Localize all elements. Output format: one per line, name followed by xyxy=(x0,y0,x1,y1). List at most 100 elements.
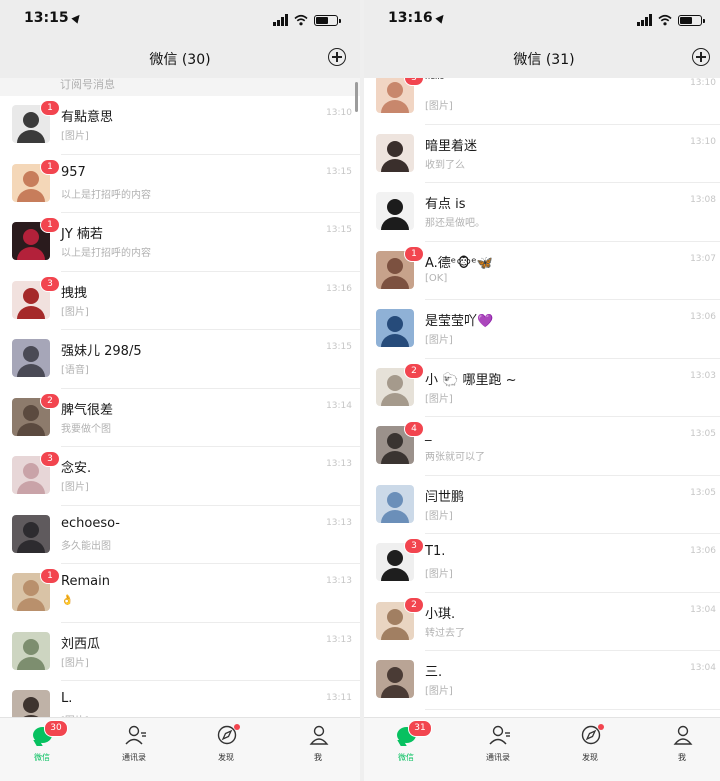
avatar[interactable] xyxy=(376,192,414,230)
chat-row[interactable]: 闫世鹏 [图片] 13:05 xyxy=(364,476,720,534)
chat-row[interactable]: 是莹莹吖💜 [图片] 13:06 xyxy=(364,300,720,359)
chat-preview: [语音] xyxy=(61,365,89,376)
chat-time: 13:05 xyxy=(690,487,716,498)
chat-row[interactable]: 3 拽拽 [图片] 13:16 xyxy=(0,272,360,330)
chat-list[interactable]: 订阅号消息 1 有點意思 [图片] 13:10 1 957 以上是打招呼的内容 13:15 1 J… xyxy=(0,78,360,718)
chat-row[interactable]: 2 脾气很差 我要做个图 13:14 xyxy=(0,389,360,447)
tab-label: 我 xyxy=(314,753,322,762)
chat-row[interactable]: 1 A.德ᵉ🐵ᵉ🦋 [OK] 13:07 xyxy=(364,242,720,300)
avatar[interactable] xyxy=(12,514,50,553)
chat-name: 脾气很差 xyxy=(61,402,114,418)
add-plus-icon[interactable] xyxy=(692,48,710,66)
chat-name: 暗里着迷 xyxy=(425,138,478,154)
chat-preview: [图片] xyxy=(61,482,89,493)
tab-chats[interactable]: 30 微信 xyxy=(12,720,72,763)
tab-me[interactable]: 我 xyxy=(288,724,348,763)
avatar[interactable] xyxy=(12,339,50,377)
chat-row[interactable]: 2小 🐑 哪里跑 ~ [图片] 13:03 xyxy=(364,359,720,417)
add-plus-icon[interactable] xyxy=(328,48,346,66)
chat-name: hello xyxy=(425,78,444,81)
chat-time: 13:10 xyxy=(326,108,352,118)
chat-name: 强妹儿 298/5 xyxy=(61,344,142,359)
chat-time: 13:15 xyxy=(326,225,352,235)
tab-discover[interactable]: 发现 xyxy=(196,724,256,763)
status-bar: 13:16 xyxy=(364,0,720,38)
chat-time: 13:13 xyxy=(326,459,352,469)
chat-preview: [图片] xyxy=(61,306,89,318)
tab-chats[interactable]: 31 微信 xyxy=(376,720,436,763)
tab-icon-wrap xyxy=(104,724,164,748)
tab-contacts[interactable]: 通讯录 xyxy=(468,724,528,763)
tab-me[interactable]: 我 xyxy=(652,724,712,763)
chat-row[interactable]: 2 小琪. 转过去了 13:04 xyxy=(364,593,720,651)
tab-icon-wrap xyxy=(468,724,528,748)
chat-name: A.德ᵉ🐵ᵉ🦋 xyxy=(425,255,493,271)
chat-row[interactable]: echoeso- 多久能出图 13:13 xyxy=(0,506,360,564)
chat-name: 是莹莹吖💜 xyxy=(425,314,494,329)
unread-badge: 1 xyxy=(404,245,424,262)
chat-time: 13:15 xyxy=(326,166,352,177)
unread-badge: 3 xyxy=(40,451,60,467)
avatar[interactable] xyxy=(376,309,414,347)
avatar[interactable] xyxy=(376,133,414,172)
person-icon xyxy=(309,725,329,745)
avatar[interactable] xyxy=(376,660,414,698)
chat-preview: [OK] xyxy=(425,272,448,284)
new-dot xyxy=(598,724,604,730)
chat-row[interactable]: 3 念安. [图片] 13:13 xyxy=(0,447,360,506)
unread-badge: 3 xyxy=(404,78,424,86)
chat-preview: [图片] xyxy=(425,101,453,112)
avatar[interactable] xyxy=(12,631,50,670)
chat-time: 13:14 xyxy=(326,400,352,411)
tab-discover[interactable]: 发现 xyxy=(560,724,620,763)
avatar[interactable] xyxy=(12,690,50,718)
status-time: 13:16 xyxy=(388,10,447,26)
chat-name: 小 🐑 哪里跑 ~ xyxy=(425,372,517,388)
tab-unread-badge: 30 xyxy=(44,720,68,737)
contacts-icon xyxy=(489,725,510,745)
avatar[interactable] xyxy=(376,484,414,523)
chat-row[interactable]: 1 957 以上是打招呼的内容 13:15 xyxy=(0,155,360,213)
chat-row[interactable]: 1 JY 楠若 以上是打招呼的内容 13:15 xyxy=(0,213,360,272)
unread-badge: 2 xyxy=(40,392,60,409)
unread-badge: 2 xyxy=(404,596,424,613)
chat-row[interactable]: 4 _ 两张就可以了 13:05 xyxy=(364,417,720,476)
chat-preview: [图片] xyxy=(425,393,453,405)
chat-row[interactable]: 暗里着迷 收到了么 13:10 xyxy=(364,125,720,183)
chat-row[interactable]: 三. [图片] 13:04 xyxy=(364,651,720,710)
tab-label: 微信 xyxy=(398,753,414,762)
chat-name: JY 楠若 xyxy=(61,227,103,242)
tab-label: 发现 xyxy=(582,753,598,762)
tab-label: 通讯录 xyxy=(122,753,146,762)
chat-preview: 那还是做吧。 xyxy=(425,218,485,229)
battery-icon xyxy=(678,15,705,26)
chat-preview: [图片] xyxy=(425,510,453,522)
chat-row[interactable]: 3hello [图片] 13:10 xyxy=(364,78,720,125)
chat-preview: 转过去了 xyxy=(425,627,465,639)
chat-name: _ xyxy=(425,427,432,442)
chat-row[interactable]: 强妹儿 298/5 [语音] 13:15 xyxy=(0,330,360,389)
wifi-icon xyxy=(294,14,308,26)
tab-contacts[interactable]: 通讯录 xyxy=(104,724,164,763)
chat-name: T1. xyxy=(425,544,446,559)
chat-preview: [图片] xyxy=(425,686,453,697)
chat-row[interactable]: L.[图片]13:11 xyxy=(0,681,360,718)
chat-time: 13:06 xyxy=(690,312,716,322)
phone-left: 13:15 微信 (30) 订阅号消息 1 有點意思 [图片] 13:10 1 957 以上… xyxy=(0,0,360,781)
tab-bar: 30 微信 通讯录 发现 我 xyxy=(0,717,360,781)
chat-name: echoeso- xyxy=(61,515,120,531)
chat-name: 957 xyxy=(61,164,86,180)
unread-badge: 1 xyxy=(40,217,60,233)
chat-list[interactable]: 3hello[图片]13:10暗里着迷收到了么13:10有点 is那还是做吧。1… xyxy=(364,78,720,718)
chat-row[interactable]: 1 有點意思 [图片] 13:10 xyxy=(0,96,360,155)
chat-row[interactable]: 1 Remain 👌 13:13 xyxy=(0,564,360,623)
chat-row[interactable]: 3 T1. [图片] 13:06 xyxy=(364,534,720,593)
tab-label: 发现 xyxy=(218,753,234,762)
page-title: 微信 (30) xyxy=(149,52,211,68)
wifi-icon xyxy=(658,14,672,26)
status-bar: 13:15 xyxy=(0,0,360,38)
chat-time: 13:03 xyxy=(690,370,716,381)
chat-row[interactable]: 刘西瓜 [图片] 13:13 xyxy=(0,623,360,681)
chat-row[interactable]: 有点 is 那还是做吧。 13:08 xyxy=(364,183,720,242)
screenshot-pair: 13:15 微信 (30) 订阅号消息 1 有點意思 [图片] 13:10 1 957 以上… xyxy=(0,0,720,781)
